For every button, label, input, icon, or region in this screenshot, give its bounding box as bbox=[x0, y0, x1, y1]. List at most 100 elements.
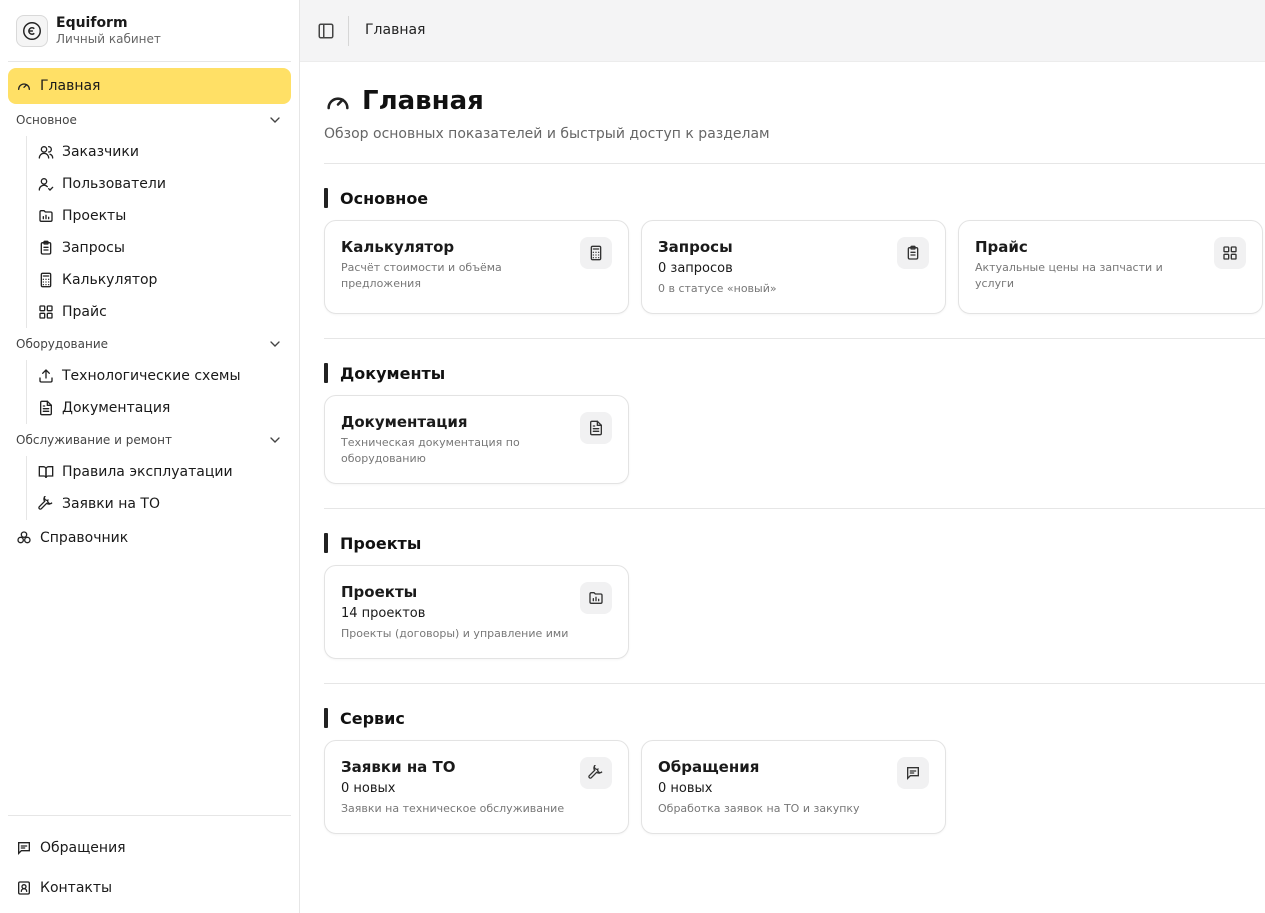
page-title: Главная bbox=[362, 86, 484, 116]
card-maintenance[interactable]: Заявки на ТО 0 новых Заявки на техническ… bbox=[324, 740, 629, 834]
brand-subtitle: Личный кабинет bbox=[56, 32, 161, 46]
folder-chart-icon bbox=[38, 208, 54, 224]
sidebar-item-projects[interactable]: Проекты bbox=[30, 201, 290, 231]
calculator-icon bbox=[38, 272, 54, 288]
divider bbox=[324, 163, 1265, 164]
clipboard-icon bbox=[38, 240, 54, 256]
sidebar-item-label: Главная bbox=[40, 78, 101, 94]
brand-name: Equiform bbox=[56, 15, 128, 31]
group-main-toggle[interactable]: Основное bbox=[8, 106, 291, 134]
sidebar-item-price[interactable]: Прайс bbox=[30, 297, 290, 327]
card-requests[interactable]: Запросы 0 запросов 0 в статусе «новый» bbox=[641, 220, 946, 314]
divider bbox=[8, 815, 291, 816]
message-icon bbox=[897, 757, 929, 789]
group-service-toggle[interactable]: Обслуживание и ремонт bbox=[8, 426, 291, 454]
sidebar-item-maintenance[interactable]: Заявки на ТО bbox=[30, 489, 290, 519]
sidebar-item-rules[interactable]: Правила эксплуатации bbox=[30, 457, 290, 487]
card-description: Обработка заявок на ТО и закупку bbox=[658, 802, 860, 815]
tree-line bbox=[26, 360, 27, 424]
card-stat: 14 проектов bbox=[341, 606, 426, 621]
book-icon bbox=[38, 464, 54, 480]
sidebar-item-requests[interactable]: Запросы bbox=[30, 233, 290, 263]
sidebar-item-label: Прайс bbox=[62, 304, 107, 320]
section-marker bbox=[324, 363, 328, 383]
brand[interactable]: Equiform Личный кабинет bbox=[16, 14, 161, 48]
logo-icon bbox=[16, 15, 48, 47]
card-stat: 0 запросов bbox=[658, 261, 733, 276]
chevron-down-icon bbox=[267, 336, 283, 352]
card-description: Актуальные цены на запчасти и услуги bbox=[975, 261, 1163, 290]
divider bbox=[324, 338, 1265, 339]
section-projects: Проекты bbox=[324, 533, 421, 553]
sidebar-item-reference[interactable]: Справочник bbox=[8, 522, 291, 554]
sidebar-item-schemes[interactable]: Технологические схемы bbox=[30, 361, 290, 391]
section-title: Проекты bbox=[340, 533, 422, 553]
file-text-icon bbox=[38, 400, 54, 416]
card-stat: 0 новых bbox=[658, 781, 713, 796]
section-service: Сервис bbox=[324, 708, 405, 728]
divider bbox=[324, 683, 1265, 684]
section-title: Документы bbox=[340, 363, 446, 383]
chevron-down-icon bbox=[267, 432, 283, 448]
folder-chart-icon bbox=[580, 582, 612, 614]
users-icon bbox=[38, 144, 54, 160]
card-description: Техническая документация по оборудованию bbox=[341, 436, 520, 465]
card-title: Прайс bbox=[975, 238, 1028, 256]
section-marker bbox=[324, 188, 328, 208]
page-subtitle: Обзор основных показателей и быстрый дос… bbox=[324, 126, 770, 142]
card-projects[interactable]: Проекты 14 проектов Проекты (договоры) и… bbox=[324, 565, 629, 659]
contact-icon bbox=[16, 880, 32, 896]
calculator-icon bbox=[580, 237, 612, 269]
sidebar-item-label: Запросы bbox=[62, 240, 125, 256]
card-description: Проекты (договоры) и управление ими bbox=[341, 627, 569, 640]
sidebar-item-label: Проекты bbox=[62, 208, 127, 224]
sidebar-item-appeals[interactable]: Обращения bbox=[8, 832, 291, 864]
upload-icon bbox=[38, 368, 54, 384]
user-check-icon bbox=[38, 176, 54, 192]
group-equipment-toggle[interactable]: Оборудование bbox=[8, 330, 291, 358]
card-price[interactable]: Прайс Актуальные цены на запчасти и услу… bbox=[958, 220, 1263, 314]
grid-icon bbox=[1214, 237, 1246, 269]
sidebar-item-contacts[interactable]: Контакты bbox=[8, 872, 291, 904]
sidebar-item-docs[interactable]: Документация bbox=[30, 393, 290, 423]
wrench-icon bbox=[580, 757, 612, 789]
wrench-icon bbox=[38, 496, 54, 512]
sidebar-item-calculator[interactable]: Калькулятор bbox=[30, 265, 290, 295]
card-title: Документация bbox=[341, 413, 468, 431]
clipboard-icon bbox=[897, 237, 929, 269]
card-appeals[interactable]: Обращения 0 новых Обработка заявок на ТО… bbox=[641, 740, 946, 834]
sidebar-item-label: Правила эксплуатации bbox=[62, 464, 233, 480]
sidebar-item-label: Калькулятор bbox=[62, 272, 158, 288]
gauge-icon bbox=[324, 87, 352, 115]
card-title: Проекты bbox=[341, 583, 418, 601]
sidebar-item-home[interactable]: Главная bbox=[8, 68, 291, 104]
tree-line bbox=[26, 456, 27, 520]
message-icon bbox=[16, 840, 32, 856]
card-description: 0 в статусе «новый» bbox=[658, 282, 777, 295]
sidebar-toggle-icon[interactable] bbox=[317, 22, 335, 40]
gauge-icon bbox=[16, 78, 32, 94]
sidebar-item-label: Заказчики bbox=[62, 144, 139, 160]
breadcrumb: Главная bbox=[365, 22, 426, 38]
sidebar-item-label: Пользователи bbox=[62, 176, 166, 192]
divider bbox=[8, 61, 291, 62]
group-title: Оборудование bbox=[16, 337, 108, 351]
card-documentation[interactable]: Документация Техническая документация по… bbox=[324, 395, 629, 484]
card-description: Расчёт стоимости и объёма предложения bbox=[341, 261, 502, 290]
sidebar-item-users[interactable]: Пользователи bbox=[30, 169, 290, 199]
card-title: Запросы bbox=[658, 238, 733, 256]
sidebar-item-label: Заявки на ТО bbox=[62, 496, 160, 512]
sidebar-item-customers[interactable]: Заказчики bbox=[30, 137, 290, 167]
card-calculator[interactable]: Калькулятор Расчёт стоимости и объёма пр… bbox=[324, 220, 629, 314]
sidebar-item-label: Контакты bbox=[40, 880, 113, 896]
file-text-icon bbox=[580, 412, 612, 444]
group-title: Основное bbox=[16, 113, 77, 127]
divider bbox=[348, 16, 349, 46]
group-title: Обслуживание и ремонт bbox=[16, 433, 172, 447]
card-stat: 0 новых bbox=[341, 781, 396, 796]
sidebar-item-label: Технологические схемы bbox=[62, 368, 241, 384]
grid-icon bbox=[38, 304, 54, 320]
sidebar-item-label: Документация bbox=[62, 400, 171, 416]
section-title: Основное bbox=[340, 188, 429, 208]
section-main: Основное bbox=[324, 188, 428, 208]
